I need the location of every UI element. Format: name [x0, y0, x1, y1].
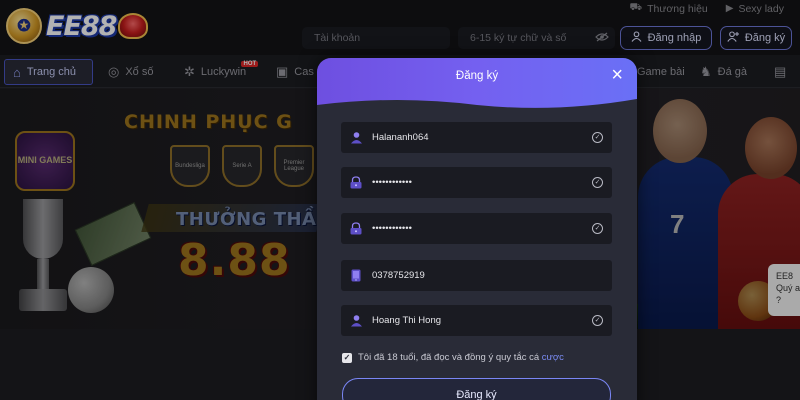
- password-value: ••••••••••••: [372, 177, 412, 188]
- phone-value: 0378752919: [372, 270, 425, 281]
- check-circle-icon: ✓: [592, 223, 603, 234]
- username-value: Halananh064: [372, 132, 429, 143]
- check-circle-icon: ✓: [592, 177, 603, 188]
- close-icon[interactable]: ×: [611, 65, 623, 85]
- submit-register-button[interactable]: Đăng ký: [342, 378, 611, 400]
- confirm-password-field[interactable]: •••••••••••• ✓: [341, 213, 612, 244]
- register-modal: Đăng ký × Halananh064 ✓ •••••••••••• ✓ •…: [317, 58, 637, 400]
- header-wave: [317, 99, 637, 111]
- check-circle-icon: ✓: [592, 315, 603, 326]
- full-name-field[interactable]: Hoang Thi Hong ✓: [341, 305, 612, 336]
- terms-checkbox[interactable]: ✓: [342, 352, 352, 363]
- user-icon: [349, 131, 363, 145]
- full-name-value: Hoang Thi Hong: [372, 315, 442, 326]
- password-field[interactable]: •••••••••••• ✓: [341, 167, 612, 198]
- terms-text: Tôi đã 18 tuổi, đã đọc và đồng ý quy tắc…: [358, 352, 564, 363]
- terms-row: ✓ Tôi đã 18 tuổi, đã đọc và đồng ý quy t…: [342, 352, 564, 363]
- modal-title: Đăng ký: [455, 70, 499, 82]
- user-icon: [349, 314, 363, 328]
- confirm-password-value: ••••••••••••: [372, 223, 412, 234]
- phone-icon: [349, 269, 363, 283]
- username-field[interactable]: Halananh064 ✓: [341, 122, 612, 153]
- lock-icon: [349, 222, 363, 236]
- terms-label: Tôi đã 18 tuổi, đã đọc và đồng ý quy tắc…: [358, 352, 540, 363]
- modal-header: Đăng ký ×: [317, 58, 637, 111]
- terms-link[interactable]: cược: [542, 352, 564, 363]
- phone-field[interactable]: 0378752919: [341, 260, 612, 291]
- lock-icon: [349, 176, 363, 190]
- check-circle-icon: ✓: [592, 132, 603, 143]
